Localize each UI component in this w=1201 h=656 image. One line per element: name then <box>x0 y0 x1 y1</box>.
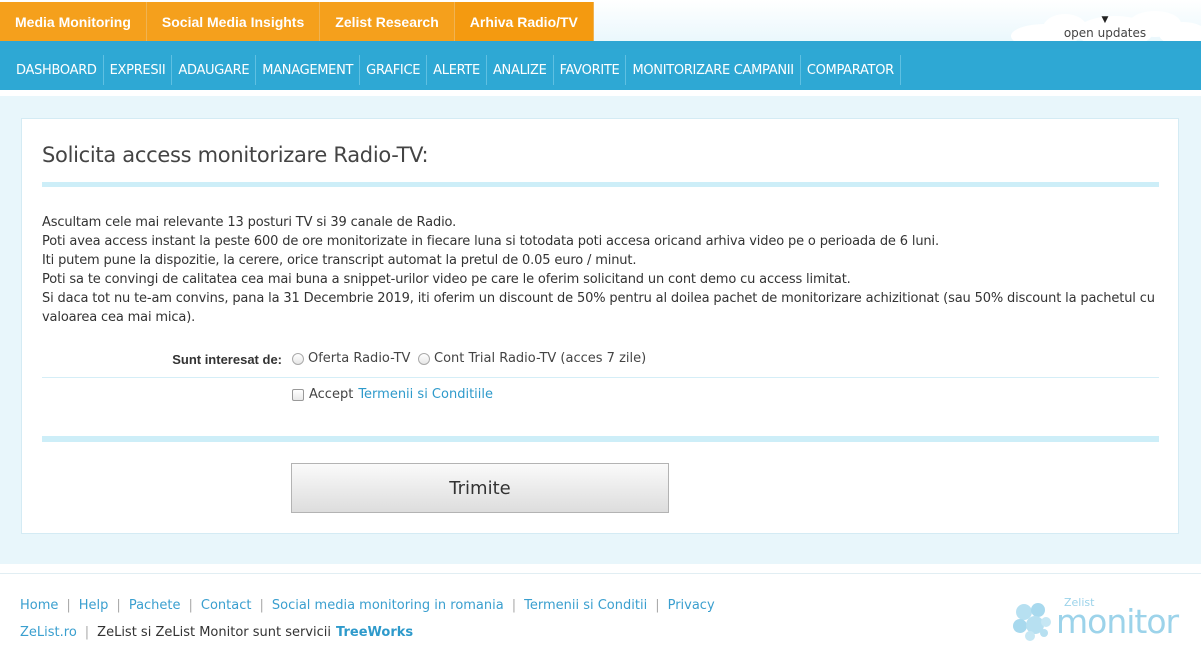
tab-zelist-research[interactable]: Zelist Research <box>320 2 455 41</box>
interest-row: Sunt interesat de: Oferta Radio-TV Cont … <box>22 345 1180 375</box>
nav-dashboard[interactable]: DASHBOARD <box>10 55 104 85</box>
description-line: Poti sa te convingi de calitatea cea mai… <box>42 272 851 287</box>
title-divider <box>42 182 1159 187</box>
tab-social-media-insights[interactable]: Social Media Insights <box>146 2 321 41</box>
accept-terms-row: Accept Termenii si Conditiile <box>292 387 493 402</box>
radio-button[interactable] <box>292 352 304 365</box>
footer-link-home[interactable]: Home <box>20 598 58 613</box>
form-bottom-divider <box>42 436 1159 442</box>
separator: | <box>511 598 517 613</box>
page-title: Solicita access monitorizare Radio-TV: <box>42 143 429 167</box>
description-line: Iti putem pune la dispozitie, la cerere,… <box>42 253 637 268</box>
services-text: ZeList si ZeList Monitor sunt servicii <box>97 625 332 640</box>
product-tabs: Media Monitoring Social Media Insights Z… <box>0 2 594 41</box>
top-bar: Media Monitoring Social Media Insights Z… <box>0 0 1201 49</box>
nav-monitorizare-campanii[interactable]: MONITORIZARE CAMPANII <box>626 55 801 85</box>
form-divider <box>42 377 1159 378</box>
logo-bubbles-icon <box>1013 603 1051 641</box>
description: Ascultam cele mai relevante 13 posturi T… <box>42 213 1162 327</box>
description-line: Ascultam cele mai relevante 13 posturi T… <box>42 215 457 230</box>
tab-media-monitoring[interactable]: Media Monitoring <box>0 2 147 41</box>
terms-link[interactable]: Termenii si Conditiile <box>358 387 493 402</box>
zelist-monitor-logo: Zelist monitor <box>1010 596 1185 641</box>
caret-down-icon: ▼ <box>1101 15 1109 25</box>
submit-button[interactable]: Trimite <box>291 463 669 513</box>
nav-analize[interactable]: ANALIZE <box>487 55 554 85</box>
logo-big-text: monitor <box>1056 602 1179 641</box>
request-access-card: Solicita access monitorizare Radio-TV: A… <box>21 118 1179 534</box>
footer-link-contact[interactable]: Contact <box>201 598 252 613</box>
nav-adaugare[interactable]: ADAUGARE <box>172 55 257 85</box>
radio-label: Oferta Radio-TV <box>308 351 411 366</box>
description-line: Si daca tot nu te-am convins, pana la 31… <box>42 291 1155 325</box>
radio-oferta-radio-tv[interactable]: Oferta Radio-TV <box>292 351 410 366</box>
footer-link-zelist[interactable]: ZeList.ro <box>20 625 77 640</box>
top-divider <box>0 41 1201 49</box>
footer-credits: ZeList.ro | ZeList si ZeList Monitor sun… <box>20 625 413 640</box>
separator: | <box>259 598 264 613</box>
nav-comparator[interactable]: COMPARATOR <box>801 55 901 85</box>
footer: Home | Help | Pachete | Contact | Social… <box>0 573 1201 656</box>
footer-link-pachete[interactable]: Pachete <box>129 598 181 613</box>
nav-management[interactable]: MANAGEMENT <box>256 55 361 85</box>
footer-link-privacy[interactable]: Privacy <box>668 598 715 613</box>
interest-label: Sunt interesat de: <box>172 352 282 367</box>
footer-link-treeworks[interactable]: TreeWorks <box>336 625 413 640</box>
footer-link-help[interactable]: Help <box>79 598 109 613</box>
separator: | <box>188 598 193 613</box>
separator: | <box>116 598 121 613</box>
nav-alerte[interactable]: ALERTE <box>427 55 487 85</box>
radio-label: Cont Trial Radio-TV (acces 7 zile) <box>434 351 647 366</box>
accept-label: Accept <box>309 387 354 402</box>
footer-link-terms[interactable]: Termenii si Conditii <box>524 598 647 613</box>
nav-expresii[interactable]: EXPRESII <box>104 55 173 85</box>
footer-link-social-media[interactable]: Social media monitoring in romania <box>272 598 504 613</box>
accept-terms-checkbox[interactable] <box>292 388 304 401</box>
radio-cont-trial[interactable]: Cont Trial Radio-TV (acces 7 zile) <box>418 351 646 366</box>
open-updates-label: open updates <box>1063 26 1147 40</box>
footer-links: Home | Help | Pachete | Contact | Social… <box>20 598 715 613</box>
separator: | <box>84 625 90 640</box>
tab-arhiva-radio-tv[interactable]: Arhiva Radio/TV <box>454 2 594 41</box>
nav-favorite[interactable]: FAVORITE <box>554 55 627 85</box>
nav-grafice[interactable]: GRAFICE <box>360 55 428 85</box>
separator: | <box>66 598 71 613</box>
main-nav: DASHBOARD EXPRESII ADAUGARE MANAGEMENT G… <box>0 49 1201 90</box>
radio-button[interactable] <box>418 352 430 365</box>
open-updates-toggle[interactable]: ▼ open updates <box>1060 15 1150 41</box>
separator: | <box>655 598 660 613</box>
description-line: Poti avea access instant la peste 600 de… <box>42 234 939 249</box>
